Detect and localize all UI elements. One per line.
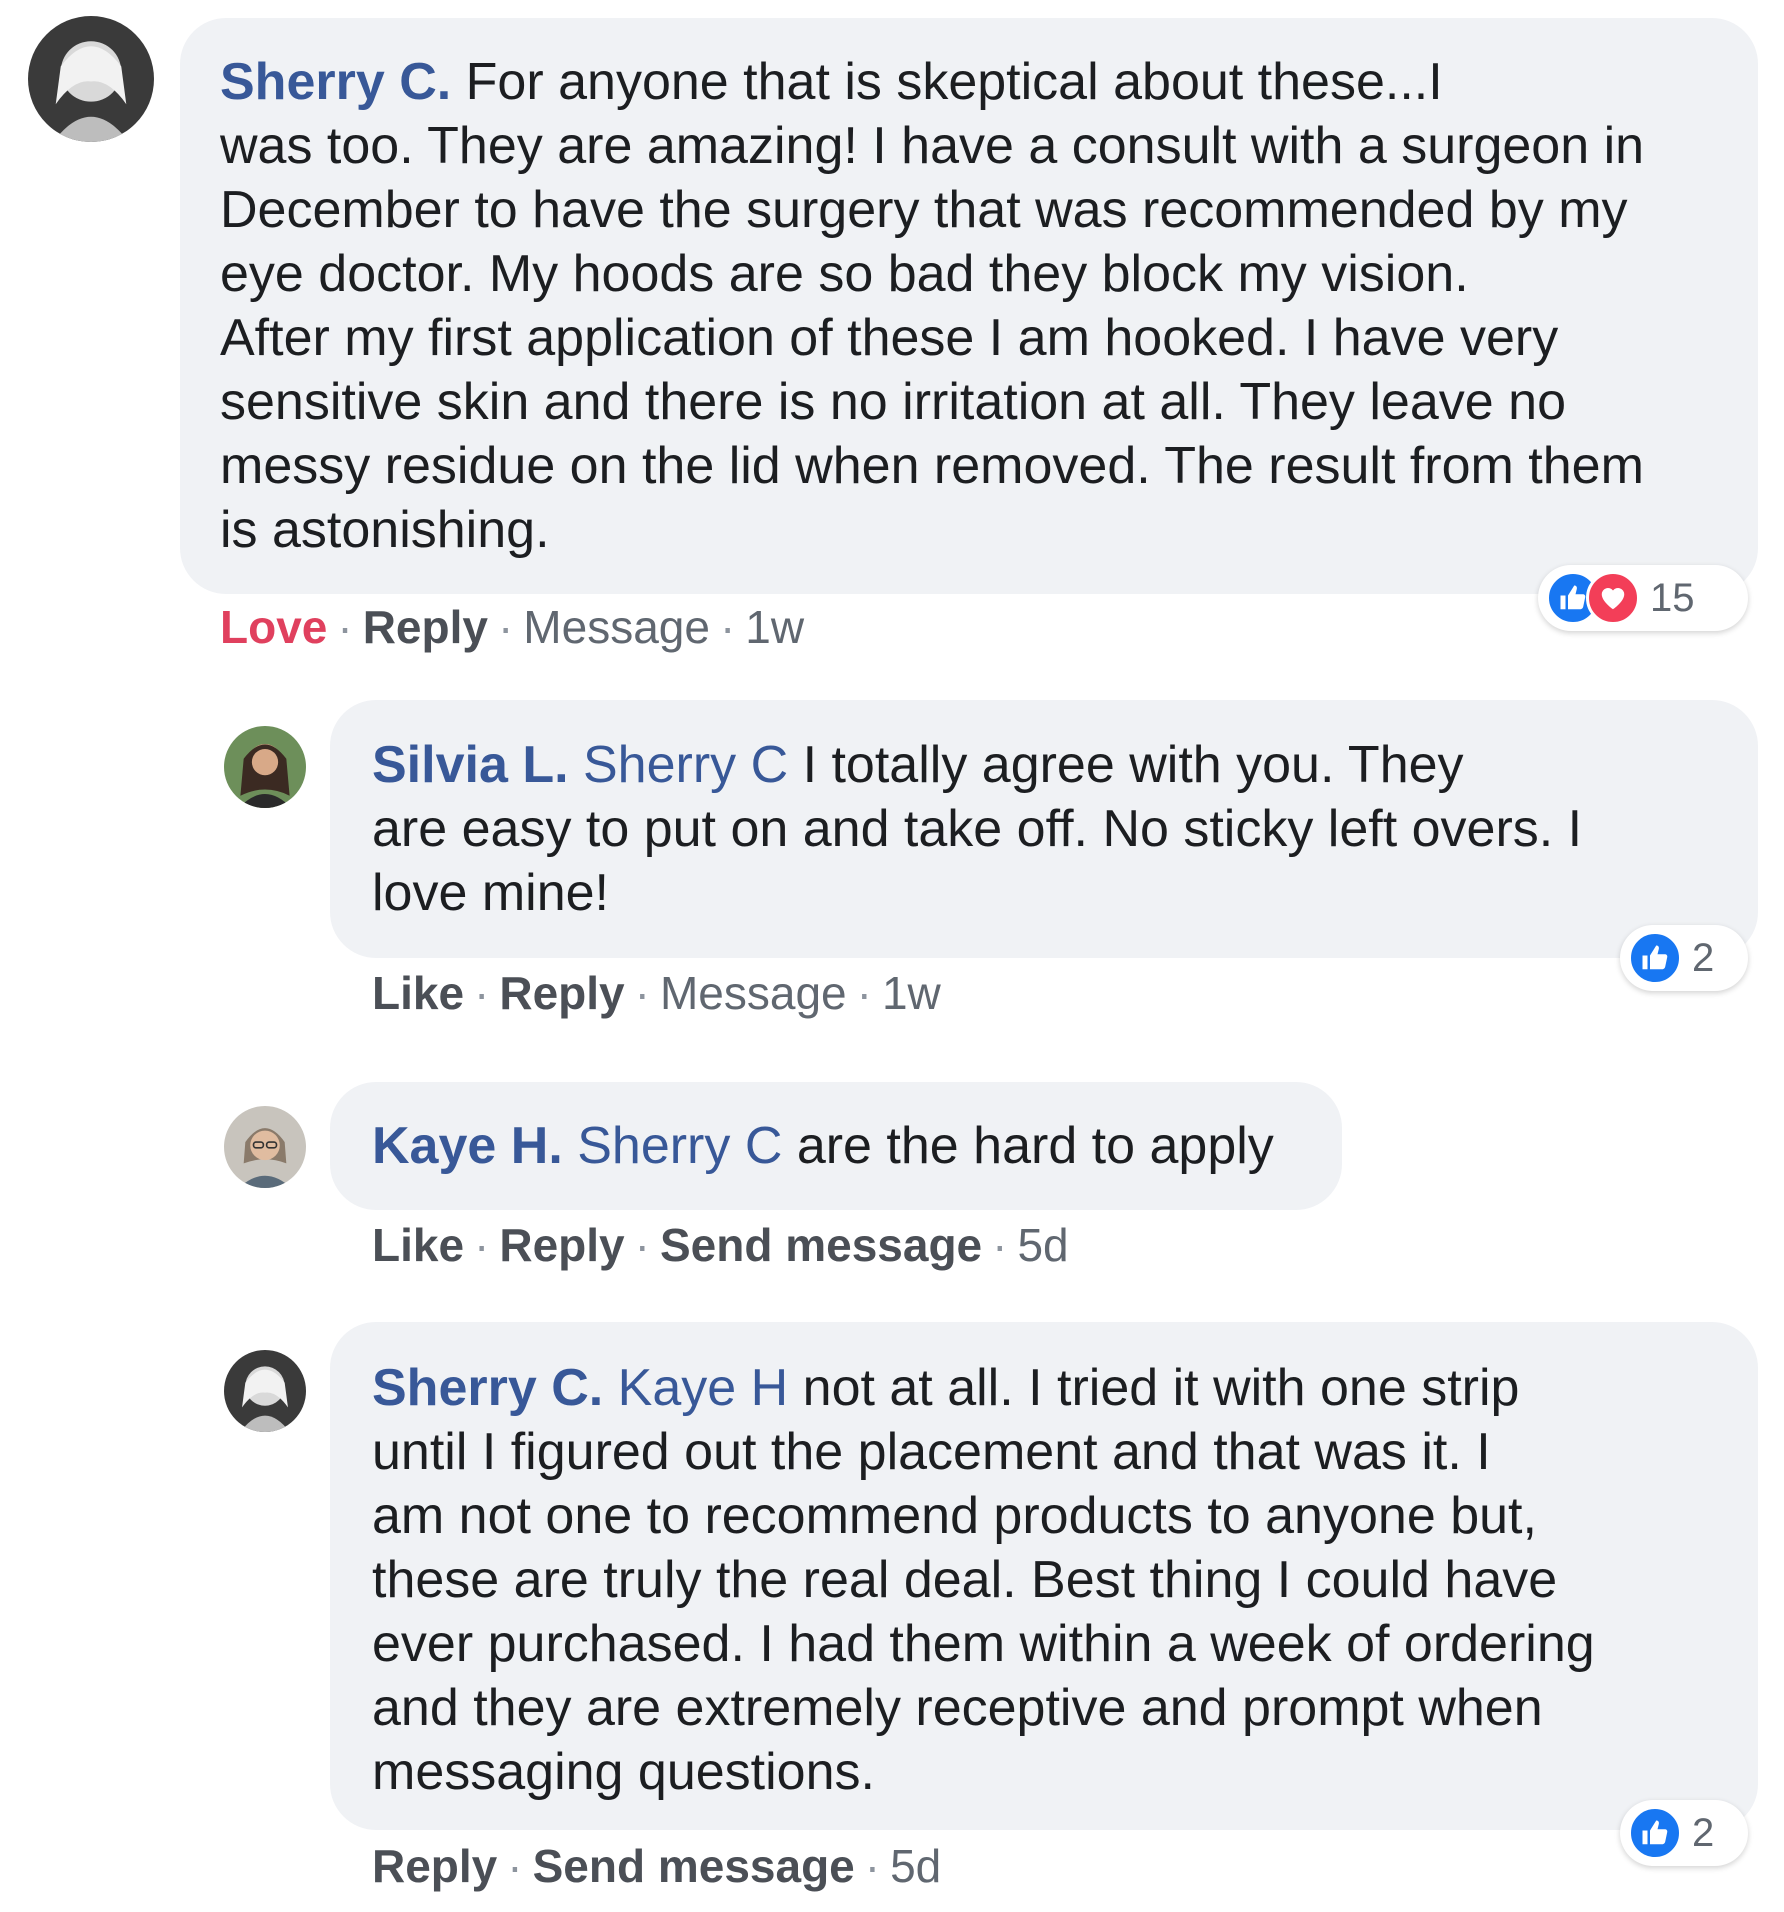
send-message-link[interactable]: Send message (660, 1219, 982, 1271)
comment-author[interactable]: Sherry C. (220, 53, 451, 111)
comment-timestamp[interactable]: 1w (745, 601, 804, 653)
like-link[interactable]: Like (372, 967, 464, 1019)
comment-timestamp[interactable]: 5d (890, 1840, 941, 1892)
like-icon (1628, 931, 1682, 985)
reaction-count: 15 (1650, 575, 1695, 620)
comment-mention[interactable]: Sherry C (563, 1117, 782, 1175)
comment-author[interactable]: Silvia L. (372, 736, 569, 794)
reply-link[interactable]: Reply (363, 601, 488, 653)
avatar-kaye-h[interactable] (224, 1106, 306, 1188)
love-reaction-link[interactable]: Love (220, 601, 327, 653)
comment-text: Sherry C. For anyone that is skeptical a… (220, 50, 1740, 562)
comment-body: For anyone that is skeptical about these… (220, 53, 1645, 559)
comment-text: Silvia L. Sherry C I totally agree with … (372, 733, 1752, 925)
reaction-count: 2 (1692, 935, 1715, 980)
comment-mention[interactable]: Kaye H (603, 1359, 789, 1417)
reply-link[interactable]: Reply (499, 967, 624, 1019)
reaction-summary[interactable]: 2 (1620, 925, 1748, 991)
reaction-summary[interactable]: 15 (1538, 565, 1748, 631)
message-link[interactable]: Message (660, 967, 847, 1019)
reply-link[interactable]: Reply (372, 1840, 497, 1892)
avatar-silvia-l[interactable] (224, 726, 306, 808)
like-icon (1628, 1806, 1682, 1860)
comment-author[interactable]: Kaye H. (372, 1117, 563, 1175)
avatar-sherry-c[interactable] (224, 1350, 306, 1432)
comment-body: not at all. I tried it with one strip un… (372, 1359, 1595, 1801)
reaction-summary[interactable]: 2 (1620, 1800, 1748, 1866)
comment-actions: Like · Reply · Send message · 5d (372, 1219, 1069, 1271)
comment-actions: Love · Reply · Message · 1w (220, 601, 805, 653)
comment-actions: Like · Reply · Message · 1w (372, 967, 941, 1019)
like-link[interactable]: Like (372, 1219, 464, 1271)
comment-author[interactable]: Sherry C. (372, 1359, 603, 1417)
reply-link[interactable]: Reply (499, 1219, 624, 1271)
love-icon (1586, 571, 1640, 625)
comment-body: are the hard to apply (782, 1117, 1274, 1175)
comment-actions: Reply · Send message · 5d (372, 1840, 942, 1892)
avatar-sherry-c[interactable] (28, 16, 154, 142)
comment-timestamp[interactable]: 1w (882, 967, 941, 1019)
comment-text: Sherry C. Kaye H not at all. I tried it … (372, 1356, 1752, 1804)
comment-text: Kaye H. Sherry C are the hard to apply (372, 1114, 1332, 1178)
message-link[interactable]: Message (523, 601, 710, 653)
reaction-count: 2 (1692, 1810, 1715, 1855)
send-message-link[interactable]: Send message (533, 1840, 855, 1892)
comment-mention[interactable]: Sherry C (569, 736, 788, 794)
comment-timestamp[interactable]: 5d (1017, 1219, 1068, 1271)
